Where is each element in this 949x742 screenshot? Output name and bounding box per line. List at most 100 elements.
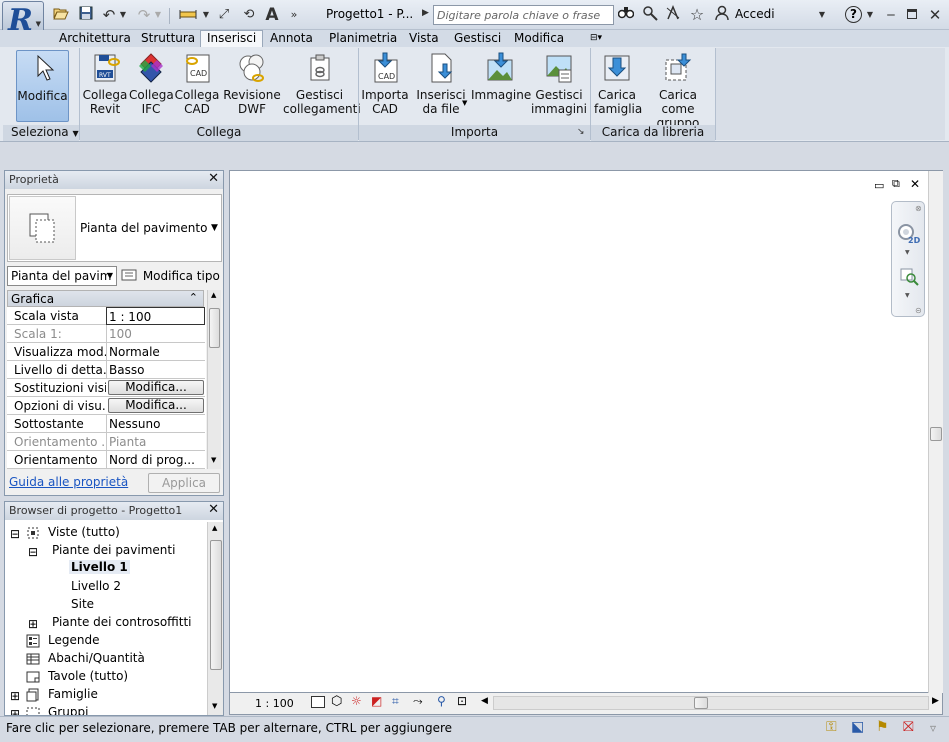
inserisci-dropdown-icon[interactable]: ▼	[462, 99, 467, 107]
inserisci-da-file-button[interactable]: Inserisci da file	[414, 50, 468, 122]
expand-icon[interactable]: ⊞	[28, 617, 38, 631]
expand-icon[interactable]: ⊞	[10, 707, 20, 715]
properties-scrollbar[interactable]: ▲ ▼	[207, 290, 221, 469]
tab-gestisci[interactable]: Gestisci	[448, 31, 507, 47]
instance-filter-select[interactable]: Pianta del pavim ▼	[7, 266, 117, 286]
gestisci-collegamenti-button[interactable]: Gestisci collegamenti	[283, 50, 361, 122]
scroll-thumb[interactable]	[930, 427, 942, 441]
tab-vista[interactable]: Vista	[403, 31, 445, 47]
scroll-thumb[interactable]	[209, 308, 220, 348]
subscription-center-icon[interactable]	[641, 5, 659, 25]
visual-style-icon[interactable]: ⬡	[331, 694, 342, 709]
view-restore-icon[interactable]: ⧉	[892, 177, 900, 191]
navbar-options-icon[interactable]: ⊝	[915, 306, 922, 315]
view-scale[interactable]: 1 : 100	[255, 697, 294, 710]
scroll-down-icon[interactable]: ▼	[212, 702, 217, 710]
scroll-left-icon[interactable]: ◀	[481, 696, 488, 706]
zoom-icon[interactable]	[898, 266, 920, 288]
collapse-icon[interactable]: ⊟	[28, 545, 38, 559]
chevron-down-icon[interactable]: ▼	[905, 292, 910, 299]
select-by-face-icon[interactable]: ⛝	[903, 719, 914, 735]
tree-item-families[interactable]: Famiglie	[48, 687, 98, 701]
reveal-hidden-icon[interactable]: ⊡	[457, 694, 467, 708]
measure-dropdown-icon[interactable]: ▼	[201, 5, 211, 25]
show-crop-icon[interactable]: ⤳	[413, 694, 423, 709]
tree-item-ceiling-plans[interactable]: Piante dei controsoffitti	[52, 615, 192, 629]
view-scale-input[interactable]: 1 : 100	[106, 307, 205, 325]
steering-wheel-2d-icon[interactable]: 2D	[896, 222, 920, 246]
chevron-down-icon[interactable]: ▼	[905, 249, 910, 256]
select-pinned-icon[interactable]: ⚑	[876, 719, 889, 735]
scroll-up-icon[interactable]: ▲	[211, 291, 216, 299]
chevron-down-icon[interactable]: ▼	[211, 223, 218, 233]
more-tools-icon[interactable]: »	[288, 5, 300, 25]
minimize-icon[interactable]: ‒	[883, 5, 899, 25]
tree-item-livello-2[interactable]: Livello 2	[71, 579, 121, 593]
tab-modifica[interactable]: Modifica	[508, 31, 570, 47]
sign-in-button[interactable]: Accedi	[735, 7, 775, 21]
drawing-canvas[interactable]: ▭ ⧉ ✕ ⊗ 2D ▼ ▼ ⊝	[229, 170, 943, 693]
filter-icon[interactable]: ▿	[930, 721, 936, 735]
help-dropdown-icon[interactable]: ▼	[864, 5, 876, 25]
binoculars-icon[interactable]	[617, 5, 635, 25]
modifica-button[interactable]: Modifica	[16, 50, 69, 122]
search-expand-icon[interactable]: ▶	[422, 8, 429, 18]
communication-center-icon[interactable]	[664, 5, 682, 25]
favorites-star-icon[interactable]: ☆	[688, 5, 706, 25]
browser-scrollbar[interactable]: ▲ ▼	[207, 522, 223, 715]
temporary-hide-icon[interactable]: ⚲	[437, 694, 446, 708]
collega-ifc-button[interactable]: Collega IFC	[129, 50, 174, 122]
collega-revit-button[interactable]: RVT Collega Revit	[82, 50, 128, 122]
tree-item-site[interactable]: Site	[71, 597, 94, 611]
group-header-grafica[interactable]: Grafica ⌃	[7, 290, 204, 307]
redo-dropdown-icon[interactable]: ▼	[153, 5, 163, 25]
edit-type-button[interactable]: Modifica tipo	[121, 266, 223, 286]
search-input[interactable]: Digitare parola chiave o frase	[433, 5, 614, 25]
vertical-scrollbar[interactable]	[928, 171, 943, 693]
select-underlay-icon[interactable]: ⬕	[851, 719, 864, 735]
maximize-icon[interactable]	[907, 9, 917, 19]
apply-button[interactable]: Applica	[148, 473, 220, 493]
expand-icon[interactable]: ⊞	[10, 689, 20, 703]
scroll-down-icon[interactable]: ▼	[211, 456, 216, 464]
tab-planimetria[interactable]: Planimetria	[323, 31, 403, 47]
scroll-thumb[interactable]	[210, 540, 222, 670]
panel-label-seleziona[interactable]: Seleziona ▼	[3, 125, 79, 141]
detail-level-icon[interactable]	[311, 696, 325, 708]
property-row[interactable]: Visualizza mod... Normale	[7, 343, 205, 361]
horizontal-scrollbar[interactable]	[493, 696, 929, 710]
edit-overrides-button[interactable]: Modifica...	[108, 380, 204, 395]
property-row[interactable]: Livello di detta... Basso	[7, 361, 205, 379]
shadows-icon[interactable]: ◩	[371, 694, 382, 708]
tab-annota[interactable]: Annota	[264, 31, 319, 47]
user-icon[interactable]	[713, 5, 731, 25]
tab-inserisci[interactable]: Inserisci	[200, 30, 264, 48]
tab-struttura[interactable]: Struttura	[135, 31, 201, 47]
undo-dropdown-icon[interactable]: ▼	[118, 5, 128, 25]
close-icon[interactable]: ✕	[208, 502, 219, 517]
collega-cad-button[interactable]: CAD Collega CAD	[174, 50, 220, 122]
tree-item-livello-1[interactable]: Livello 1	[69, 560, 130, 574]
tree-item-groups[interactable]: Gruppi	[48, 705, 88, 715]
properties-help-link[interactable]: Guida alle proprietà	[9, 475, 128, 489]
text-icon[interactable]: A	[263, 5, 281, 25]
tag-by-category-icon[interactable]: ⟲	[240, 5, 258, 25]
immagine-button[interactable]: Immagine	[471, 50, 531, 122]
view-close-icon[interactable]: ✕	[910, 177, 920, 191]
tree-item-legends[interactable]: Legende	[48, 633, 99, 647]
type-selector[interactable]: Pianta del pavimento ▼	[7, 194, 222, 262]
navbar-close-icon[interactable]: ⊗	[915, 204, 922, 213]
property-row[interactable]: Sottostante Nessuno	[7, 415, 205, 433]
property-row[interactable]: Orientamento Nord di prog...	[7, 451, 205, 469]
measure-icon[interactable]	[177, 5, 199, 25]
aligned-dimension-icon[interactable]: ⤢	[215, 5, 233, 25]
select-links-icon[interactable]: ⚿	[826, 719, 837, 735]
help-icon[interactable]: ?	[845, 6, 862, 23]
carica-famiglia-button[interactable]: Carica famiglia	[594, 50, 642, 122]
gestisci-immagini-button[interactable]: Gestisci immagini	[531, 50, 587, 122]
undo-icon[interactable]: ↶	[100, 5, 118, 25]
save-icon[interactable]	[77, 5, 95, 25]
edit-display-options-button[interactable]: Modifica...	[108, 398, 204, 413]
dialog-launcher-icon[interactable]: ↘	[577, 127, 585, 137]
redo-icon[interactable]: ↷	[135, 5, 153, 25]
